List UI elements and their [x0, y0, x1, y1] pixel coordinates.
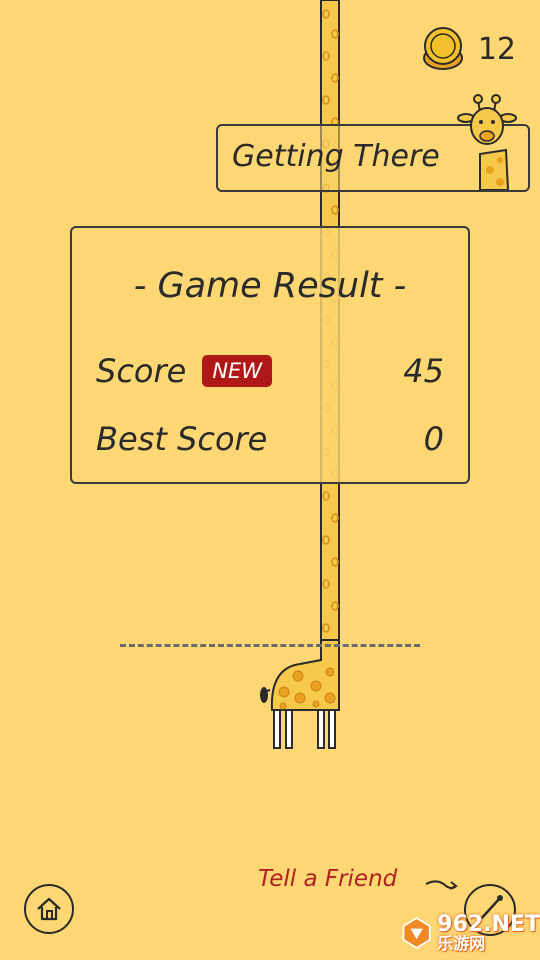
- new-badge: NEW: [202, 355, 273, 387]
- rank-panel: Getting There: [216, 94, 530, 192]
- giraffe-head-icon: [457, 94, 517, 190]
- score-label: Score: [96, 352, 187, 390]
- tell-a-friend-link[interactable]: Tell a Friend: [258, 866, 397, 892]
- game-result-title: - Game Result -: [133, 266, 407, 306]
- site-watermark: 962.NET 乐游网: [400, 906, 540, 960]
- best-score-label: Best Score: [96, 420, 268, 458]
- watermark-name: 乐游网: [437, 934, 486, 953]
- score-value: 45: [403, 352, 444, 390]
- score-row: Score NEW 45: [96, 352, 444, 390]
- home-button[interactable]: [24, 884, 74, 934]
- rank-title: Getting There: [232, 139, 440, 174]
- watermark-logo-icon: [402, 917, 431, 949]
- score-label-group: Score NEW: [96, 352, 273, 390]
- watermark-domain: 962.NET: [437, 912, 540, 937]
- watermark-text: 962.NET 乐游网: [437, 914, 540, 952]
- best-score-row: Best Score 0: [96, 420, 444, 458]
- curved-arrow-icon: [425, 880, 458, 890]
- coin-stack-icon: [422, 27, 463, 70]
- home-icon: [37, 897, 61, 921]
- game-result-panel: - Game Result - Score NEW 45 Best Score …: [70, 226, 470, 484]
- coin-counter: 12: [420, 26, 516, 72]
- start-line: [120, 644, 420, 647]
- best-score-value: 0: [423, 420, 444, 458]
- coin-count: 12: [477, 31, 516, 67]
- game-scene: 12 Getting There - Game Result - Score N…: [0, 0, 540, 960]
